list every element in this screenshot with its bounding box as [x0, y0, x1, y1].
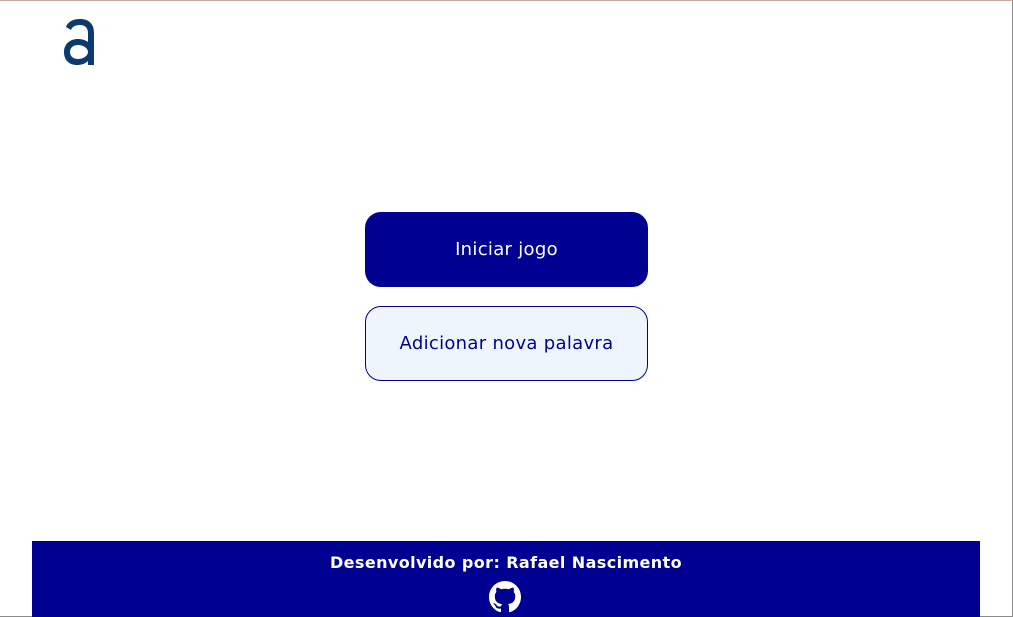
menu-buttons: Iniciar jogo Adicionar nova palavra	[365, 212, 648, 381]
footer: Desenvolvido por: Rafael Nascimento	[32, 541, 980, 617]
github-icon[interactable]	[489, 581, 521, 613]
add-word-button[interactable]: Adicionar nova palavra	[365, 306, 648, 381]
page: Iniciar jogo Adicionar nova palavra Dese…	[0, 0, 1013, 617]
footer-credit: Desenvolvido por: Rafael Nascimento	[329, 553, 683, 572]
start-game-button[interactable]: Iniciar jogo	[365, 212, 648, 287]
alura-logo-icon[interactable]	[62, 18, 96, 66]
